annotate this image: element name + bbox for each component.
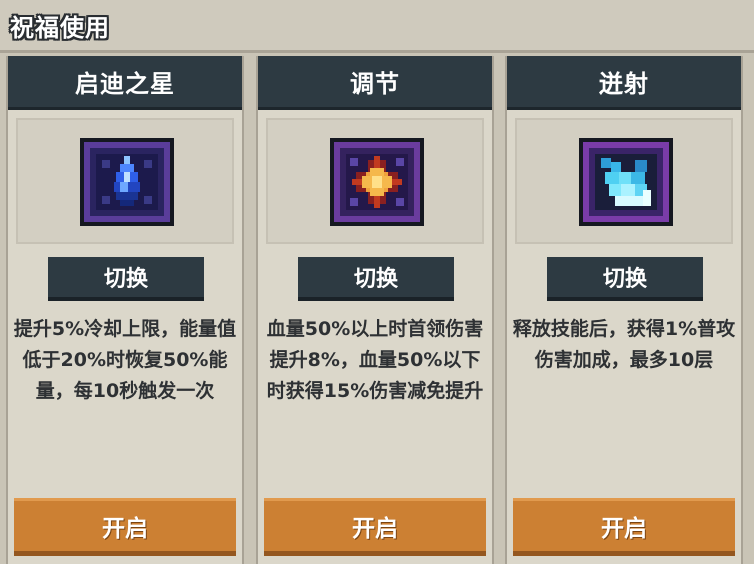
open-button[interactable]: 开启 [513,498,735,556]
icon-panel [515,118,733,244]
switch-button-label: 切换 [353,267,398,292]
switch-button[interactable]: 切换 [298,257,454,301]
open-button-label: 开启 [601,516,647,542]
switch-button-label: 切换 [103,267,148,292]
icon-panel [266,118,484,244]
page-title: 祝福使用 [10,14,110,42]
switch-button-label: 切换 [602,267,647,292]
blessing-card-3: 迸射 切换 释放技能后，获得1%普攻伤害加成，最多10层 开启 [505,56,743,564]
card-title: 启迪之星 [75,70,175,98]
blue-crystal-icon [80,138,174,226]
card-header: 启迪之星 [8,56,242,110]
card-title: 调节 [350,70,400,98]
blessing-card-2: 调节 切换 血量50%以上时首领伤害提升8%，血量50%以下时获得15%伤害减免… [256,56,494,564]
card-description: 提升5%冷却上限，能量值低于20%时恢复50%能量，每10秒触发一次 [13,318,237,402]
open-button[interactable]: 开启 [264,498,486,556]
open-button-label: 开启 [352,516,398,542]
card-header: 迸射 [507,56,741,110]
open-button-label: 开启 [102,516,148,542]
orange-star-icon [330,138,424,226]
header-bar: 祝福使用 [0,0,754,53]
card-description: 血量50%以上时首领伤害提升8%，血量50%以下时获得15%伤害减免提升 [266,318,484,402]
card-description: 释放技能后，获得1%普攻伤害加成，最多10层 [512,318,736,371]
switch-button[interactable]: 切换 [48,257,204,301]
switch-button[interactable]: 切换 [547,257,703,301]
open-button[interactable]: 开启 [14,498,236,556]
cyan-burst-icon [579,138,673,226]
card-header: 调节 [258,56,492,110]
blessing-card-1: 启迪之星 切换 提升5%冷却上限，能量值低于20%时恢复50%能量，每10秒触发… [6,56,244,564]
icon-panel [16,118,234,244]
card-title: 迸射 [599,70,649,98]
